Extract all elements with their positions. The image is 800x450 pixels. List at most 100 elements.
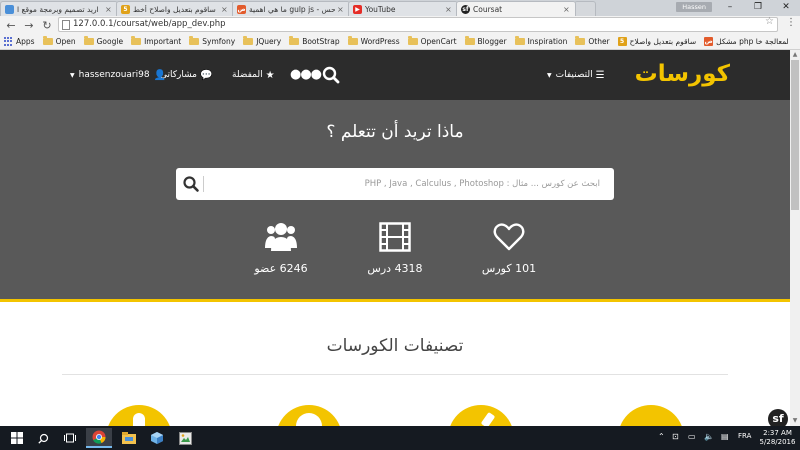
- bookmark-label: OpenCart: [420, 37, 457, 46]
- search-icon[interactable]: [182, 175, 200, 193]
- stat-courses: 101 كورس: [454, 222, 564, 275]
- folder-icon: [407, 36, 418, 45]
- search-icon[interactable]: [322, 66, 340, 84]
- apps-grid-icon: [4, 37, 13, 46]
- browser-toolbar: ← → ↻ 127.0.0.1/coursat/web/app_dev.php …: [0, 16, 800, 34]
- folder-icon: [464, 36, 475, 45]
- bookmark-folder[interactable]: Open: [42, 36, 76, 46]
- reload-button[interactable]: ↻: [40, 18, 54, 32]
- username: hassenzouari98: [78, 70, 150, 80]
- battery-icon[interactable]: ▭: [688, 432, 696, 441]
- page-scrollbar[interactable]: ▲ ▼: [790, 50, 800, 426]
- bookmark-folder[interactable]: Important: [131, 36, 181, 46]
- caret-down-icon: ▼: [547, 71, 552, 79]
- chevron-up-icon[interactable]: ⌃: [658, 432, 665, 441]
- network-icon[interactable]: ⊡: [672, 432, 679, 441]
- bookmark-folder[interactable]: OpenCart: [407, 36, 457, 46]
- categories-section-title: تصنيفات الكورسات: [326, 336, 464, 356]
- menu-bars-icon: ☰: [595, 69, 605, 81]
- bookmark-link[interactable]: 5 ساقوم بتعديل واصلاح: [617, 37, 696, 46]
- folder-icon: [289, 36, 300, 45]
- input-language[interactable]: FRA: [738, 432, 751, 440]
- app-cube-icon[interactable]: [144, 428, 170, 448]
- bookmark-folder[interactable]: Inspiration: [514, 36, 568, 46]
- my-posts-link[interactable]: 💬 مشاركاتي: [160, 67, 212, 83]
- bookmark-label: Symfony: [202, 37, 236, 46]
- restore-button[interactable]: ❐: [744, 0, 772, 14]
- categories-menu[interactable]: ☰ التصنيفات ▼: [544, 67, 605, 83]
- bookmark-folder[interactable]: Google: [83, 36, 123, 46]
- volume-icon[interactable]: 🔈: [704, 432, 714, 441]
- site-logo[interactable]: كورسات: [635, 59, 730, 89]
- clock-date: 5/28/2016: [759, 438, 796, 446]
- scroll-up-icon[interactable]: ▲: [790, 50, 800, 60]
- section-divider: [62, 374, 728, 375]
- new-tab-button[interactable]: [574, 1, 596, 16]
- stat-lessons: 4318 درس: [340, 222, 450, 275]
- system-clock[interactable]: 2:37 AM 5/28/2016: [755, 429, 800, 447]
- site-favicon-icon: 5: [617, 37, 627, 46]
- course-search-input[interactable]: [206, 174, 606, 194]
- browser-tab[interactable]: 5 ساقوم بتعديل واصلاح أخط ×: [116, 1, 234, 16]
- bookmark-folder[interactable]: Other: [575, 36, 610, 46]
- forward-button[interactable]: →: [22, 18, 36, 32]
- user-icon: 👤: [153, 69, 167, 81]
- back-button[interactable]: ←: [4, 18, 18, 32]
- browser-tab[interactable]: ارید تصمیم وبرمجة موقع ا ×: [0, 1, 118, 16]
- browser-menu-icon[interactable]: ⋮: [786, 17, 796, 28]
- close-icon[interactable]: ×: [563, 5, 571, 14]
- chrome-taskbar-icon[interactable]: [86, 428, 112, 448]
- bookmark-link[interactable]: ص مشكل php لمعالجة خا: [704, 37, 789, 46]
- bookmark-label: Blogger: [477, 37, 507, 46]
- close-icon[interactable]: ×: [445, 5, 453, 14]
- hero-section: ماذا تريد أن تتعلم ؟ 6246 عضو: [0, 100, 790, 302]
- heart-icon: [493, 223, 525, 251]
- close-icon[interactable]: ×: [337, 5, 345, 14]
- bookmark-folder[interactable]: Symfony: [189, 36, 236, 46]
- action-center-icon[interactable]: ▤: [721, 432, 729, 441]
- folder-icon: [514, 36, 525, 45]
- category-icon: [133, 413, 145, 427]
- tab-title: ارید تصمیم وبرمجة موقع ا: [17, 4, 99, 14]
- scroll-down-icon[interactable]: ▼: [790, 416, 800, 426]
- bookmark-star-icon[interactable]: ☆: [765, 16, 774, 27]
- tab-title: Coursat: [473, 4, 503, 14]
- page-icon: [62, 20, 70, 30]
- clock-time: 2:37 AM: [763, 429, 792, 437]
- site-favicon-icon: ص: [704, 37, 714, 46]
- bookmark-apps[interactable]: Apps: [4, 37, 35, 46]
- close-icon[interactable]: ×: [105, 5, 113, 14]
- bookmark-label: JQuery: [256, 37, 282, 46]
- stat-members-text: 6246 عضو: [254, 262, 308, 275]
- browser-tab[interactable]: ▶ YouTube ×: [348, 1, 458, 16]
- address-bar[interactable]: 127.0.0.1/coursat/web/app_dev.php: [58, 17, 778, 32]
- folder-icon: [575, 36, 586, 45]
- bookmark-folder[interactable]: JQuery: [243, 36, 282, 46]
- image-editor-icon[interactable]: [172, 428, 198, 448]
- folder-icon: [42, 36, 53, 45]
- close-icon[interactable]: ×: [221, 5, 229, 14]
- favorites-link[interactable]: ★ المفضلة: [232, 67, 275, 83]
- bookmark-label: Inspiration: [527, 37, 568, 46]
- bookmark-folder[interactable]: Blogger: [464, 36, 507, 46]
- search-icon[interactable]: [30, 428, 56, 448]
- bookmarks-bar: Apps Open Google Important Symfony JQuer…: [0, 34, 800, 50]
- task-view-icon[interactable]: [57, 428, 83, 448]
- bookmark-folder[interactable]: BootStrap: [289, 36, 340, 46]
- bookmark-label: WordPress: [360, 37, 400, 46]
- browser-tab[interactable]: ص ما هي اهمية gulp js - حس ×: [232, 1, 350, 16]
- stat-courses-text: 101 كورس: [481, 262, 537, 275]
- close-window-button[interactable]: ✕: [772, 0, 800, 14]
- bookmark-folder[interactable]: WordPress: [347, 36, 400, 46]
- file-explorer-icon[interactable]: [116, 428, 142, 448]
- minimize-button[interactable]: –: [716, 0, 744, 14]
- site-favicon-icon: [5, 4, 14, 14]
- profile-badge[interactable]: Hassen: [676, 2, 712, 12]
- start-windows-icon[interactable]: [4, 428, 30, 448]
- browser-tab-strip: ارید تصمیم وبرمجة موقع ا × 5 ساقوم بتعدي…: [0, 0, 800, 16]
- more-options-icon[interactable]: ●●●: [290, 67, 322, 82]
- scroll-thumb[interactable]: [791, 60, 799, 210]
- browser-tab-active[interactable]: sf Coursat ×: [456, 1, 576, 16]
- hero-title: ماذا تريد أن تتعلم ؟: [326, 122, 464, 142]
- user-menu[interactable]: ▼ hassenzouari98 👤: [70, 67, 166, 83]
